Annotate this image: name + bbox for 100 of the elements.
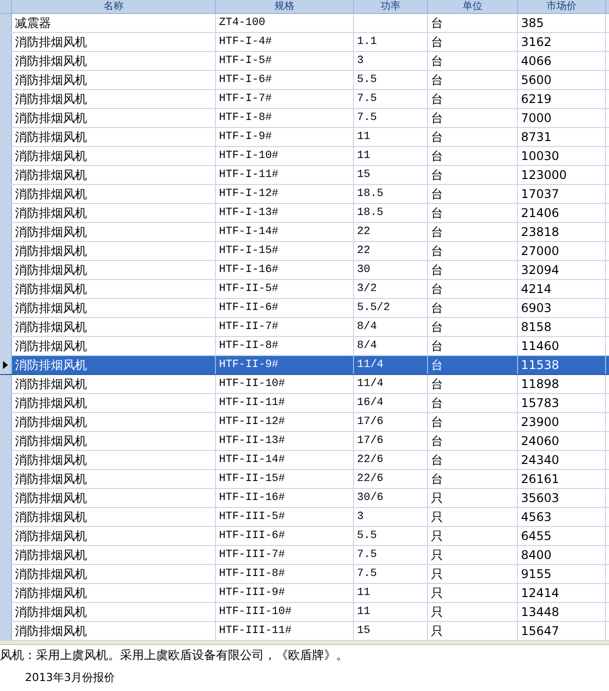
table-cell: 台	[428, 280, 518, 298]
table-cell: 6455	[518, 527, 606, 545]
table-cell: 消防排烟风机	[12, 299, 216, 317]
table-row[interactable]: 消防排烟风机 HTF-III-9# 11 只 12414	[0, 584, 609, 603]
table-row[interactable]: 消防排烟风机 HTF-II-10# 11/4 台 11898	[0, 375, 609, 394]
table-cell: HTF-II-6#	[216, 299, 354, 317]
table-row[interactable]: 消防排烟风机 HTF-II-13# 17/6 台 24060	[0, 432, 609, 451]
table-cell: 9155	[518, 565, 606, 583]
table-row[interactable]: 消防排烟风机 HTF-I-6# 5.5 台 5600	[0, 71, 609, 90]
table-cell: 4563	[518, 508, 606, 526]
table-row[interactable]: 消防排烟风机 HTF-I-4# 1.1 台 3162	[0, 33, 609, 52]
table-cell: 台	[428, 318, 518, 336]
table-cell: 385	[518, 14, 606, 32]
column-header[interactable]: 规格	[216, 0, 354, 13]
table-cell: 1.1	[354, 33, 428, 51]
table-cell: 台	[428, 223, 518, 241]
table-cell: HTF-I-11#	[216, 166, 354, 184]
column-header[interactable]: 功率	[354, 0, 428, 13]
table-cell: HTF-II-14#	[216, 451, 354, 469]
table-cell: 30/6	[354, 489, 428, 507]
table-row[interactable]: 消防排烟风机 HTF-III-6# 5.5 只 6455	[0, 527, 609, 546]
table-cell: 台	[428, 52, 518, 70]
table-cell: 17/6	[354, 432, 428, 450]
table-cell: 15	[354, 622, 428, 640]
table-row[interactable]: 消防排烟风机 HTF-III-5# 3 只 4563	[0, 508, 609, 527]
table-cell: 台	[428, 432, 518, 450]
table-cell: HTF-II-15#	[216, 470, 354, 488]
table-row[interactable]: 消防排烟风机 HTF-II-16# 30/6 只 35603	[0, 489, 609, 508]
table-row[interactable]: 消防排烟风机 HTF-I-14# 22 台 23818	[0, 223, 609, 242]
table-cell: 11	[354, 147, 428, 165]
current-row-pointer-icon	[3, 361, 8, 369]
column-header[interactable]: 市场价	[518, 0, 606, 13]
table-cell: 消防排烟风机	[12, 109, 216, 127]
table-cell: HTF-III-7#	[216, 546, 354, 564]
row-header[interactable]	[0, 356, 12, 374]
table-row[interactable]: 消防排烟风机 HTF-I-9# 11 台 8731	[0, 128, 609, 147]
table-cell: 消防排烟风机	[12, 185, 216, 203]
table-cell: 5.5	[354, 71, 428, 89]
table-cell: 消防排烟风机	[12, 128, 216, 146]
table-cell: 只	[428, 565, 518, 583]
table-cell: 22/6	[354, 451, 428, 469]
table-row[interactable]: 消防排烟风机 HTF-III-11# 15 只 15647	[0, 622, 609, 641]
table-cell: 台	[428, 394, 518, 412]
table-row[interactable]: 消防排烟风机 HTF-II-11# 16/4 台 15783	[0, 394, 609, 413]
table-cell: 3	[354, 52, 428, 70]
table-row[interactable]: 消防排烟风机 HTF-I-5# 3 台 4066	[0, 52, 609, 71]
table-row[interactable]: 消防排烟风机 HTF-II-12# 17/6 台 23900	[0, 413, 609, 432]
table-cell: 台	[428, 33, 518, 51]
table-cell: HTF-II-8#	[216, 337, 354, 355]
table-row[interactable]: 消防排烟风机 HTF-I-10# 11 台 10030	[0, 147, 609, 166]
table-cell: 台	[428, 166, 518, 184]
table-cell: 11538	[518, 356, 606, 374]
table-row[interactable]: 消防排烟风机 HTF-II-14# 22/6 台 24340	[0, 451, 609, 470]
table-cell: 台	[428, 128, 518, 146]
table-cell: 8158	[518, 318, 606, 336]
table-cell: 消防排烟风机	[12, 451, 216, 469]
table-cell: 台	[428, 147, 518, 165]
table-cell: 10030	[518, 147, 606, 165]
table-cell: 4066	[518, 52, 606, 70]
table-row[interactable]: 消防排烟风机 HTF-II-9# 11/4 台 11538	[0, 356, 609, 375]
table-cell: 7.5	[354, 546, 428, 564]
table-cell: 台	[428, 261, 518, 279]
table-cell: HTF-II-10#	[216, 375, 354, 393]
table-row[interactable]: 消防排烟风机 HTF-I-16# 30 台 32094	[0, 261, 609, 280]
table-row[interactable]: 减震器 ZT4-100 台 385	[0, 14, 609, 33]
table-row[interactable]: 消防排烟风机 HTF-I-11# 15 台 123000	[0, 166, 609, 185]
table-row[interactable]: 消防排烟风机 HTF-II-6# 5.5/2 台 6903	[0, 299, 609, 318]
table-row[interactable]: 消防排烟风机 HTF-II-7# 8/4 台 8158	[0, 318, 609, 337]
date-text: 2013年3月份报价	[25, 671, 116, 685]
table-cell: HTF-I-10#	[216, 147, 354, 165]
table-cell: 消防排烟风机	[12, 565, 216, 583]
table-cell: 消防排烟风机	[12, 356, 216, 374]
table-cell: HTF-II-11#	[216, 394, 354, 412]
table-row[interactable]: 消防排烟风机 HTF-I-8# 7.5 台 7000	[0, 109, 609, 128]
table-row[interactable]: 消防排烟风机 HTF-II-8# 8/4 台 11460	[0, 337, 609, 356]
table-cell: 30	[354, 261, 428, 279]
column-header[interactable]: 名称	[12, 0, 216, 13]
table-row[interactable]: 消防排烟风机 HTF-I-15# 22 台 27000	[0, 242, 609, 261]
table-row[interactable]: 消防排烟风机 HTF-II-15# 22/6 台 26161	[0, 470, 609, 489]
column-header[interactable]: 单位	[428, 0, 518, 13]
table-row[interactable]: 消防排烟风机 HTF-III-7# 7.5 只 8400	[0, 546, 609, 565]
table-row[interactable]: 消防排烟风机 HTF-I-13# 18.5 台 21406	[0, 204, 609, 223]
table-row[interactable]: 消防排烟风机 HTF-I-12# 18.5 台 17037	[0, 185, 609, 204]
table-row[interactable]: 消防排烟风机 HTF-III-10# 11 只 13448	[0, 603, 609, 622]
table-cell: 16/4	[354, 394, 428, 412]
table-cell: 台	[428, 185, 518, 203]
table-cell: 消防排烟风机	[12, 508, 216, 526]
table-row[interactable]: 消防排烟风机 HTF-III-8# 7.5 只 9155	[0, 565, 609, 584]
table-cell: 8731	[518, 128, 606, 146]
table-cell: 8/4	[354, 337, 428, 355]
table-cell: 台	[428, 375, 518, 393]
table-cell: 26161	[518, 470, 606, 488]
table-row[interactable]: 消防排烟风机 HTF-I-7# 7.5 台 6219	[0, 90, 609, 109]
table-cell: 11460	[518, 337, 606, 355]
table-cell: HTF-III-10#	[216, 603, 354, 621]
table-cell: 15783	[518, 394, 606, 412]
table-cell: 消防排烟风机	[12, 166, 216, 184]
table-row[interactable]: 消防排烟风机 HTF-II-5# 3/2 台 4214	[0, 280, 609, 299]
table-cell: HTF-II-12#	[216, 413, 354, 431]
table-cell: HTF-I-6#	[216, 71, 354, 89]
